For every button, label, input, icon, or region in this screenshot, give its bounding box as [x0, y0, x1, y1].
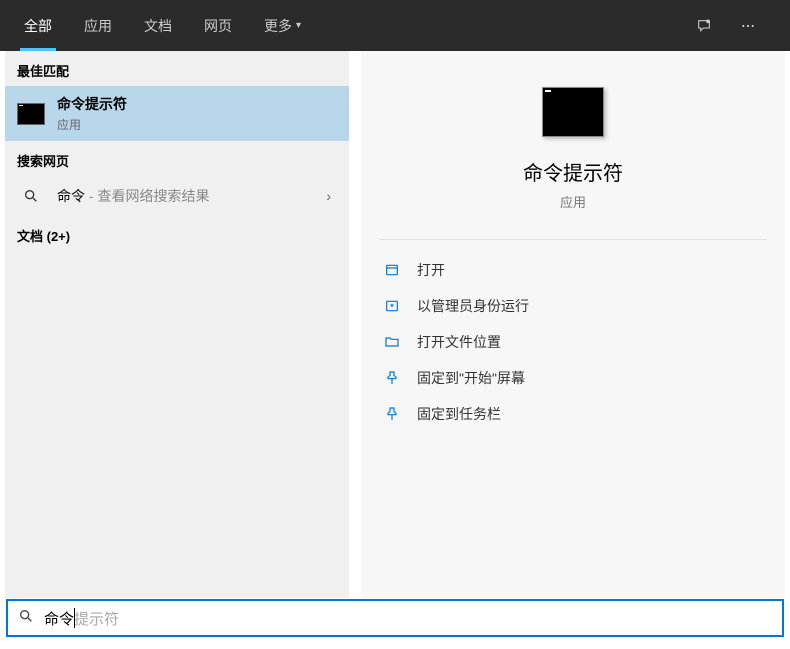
- action-label: 固定到"开始"屏幕: [417, 368, 525, 388]
- best-match-result[interactable]: 命令提示符 应用: [5, 86, 349, 141]
- search-icon: [18, 608, 34, 629]
- search-tabs: 全部 应用 文档 网页 更多 ▾: [0, 0, 790, 51]
- folder-icon: [383, 333, 401, 351]
- chevron-down-icon: ▾: [296, 20, 301, 31]
- pin-icon: [383, 369, 401, 387]
- chevron-right-icon: ›: [326, 188, 337, 204]
- result-title: 命令提示符: [57, 94, 337, 114]
- web-search-result[interactable]: 命令 - 查看网络搜索结果 ›: [5, 176, 349, 216]
- pin-icon: [383, 405, 401, 423]
- open-icon: [383, 261, 401, 279]
- search-icon: [17, 188, 45, 204]
- result-subtitle: 应用: [57, 116, 337, 133]
- tab-more[interactable]: 更多 ▾: [248, 0, 317, 51]
- action-label: 固定到任务栏: [417, 404, 501, 424]
- tab-more-label: 更多: [264, 16, 292, 36]
- shield-icon: [383, 297, 401, 315]
- web-result-text: 命令 - 查看网络搜索结果: [57, 186, 314, 206]
- action-pin-taskbar[interactable]: 固定到任务栏: [379, 396, 767, 432]
- results-panel: 最佳匹配 命令提示符 应用 搜索网页 命令 - 查看网络搜索结果 › 文档 (2…: [5, 51, 349, 598]
- action-open[interactable]: 打开: [379, 252, 767, 288]
- tab-documents[interactable]: 文档: [128, 0, 188, 51]
- action-pin-start[interactable]: 固定到"开始"屏幕: [379, 360, 767, 396]
- action-label: 以管理员身份运行: [417, 296, 529, 316]
- action-label: 打开: [417, 260, 445, 280]
- detail-title: 命令提示符: [379, 157, 767, 186]
- feedback-icon[interactable]: [686, 8, 722, 44]
- tab-all[interactable]: 全部: [8, 0, 68, 51]
- search-bar[interactable]: 命令提示符: [6, 599, 784, 637]
- detail-panel: 命令提示符 应用 打开 以管理员身份运行: [361, 51, 785, 598]
- cmd-icon: [17, 103, 45, 125]
- more-options-icon[interactable]: [730, 8, 766, 44]
- tab-web[interactable]: 网页: [188, 0, 248, 51]
- cmd-large-icon: [542, 87, 604, 137]
- best-match-header: 最佳匹配: [5, 51, 349, 86]
- detail-subtitle: 应用: [379, 192, 767, 211]
- action-run-admin[interactable]: 以管理员身份运行: [379, 288, 767, 324]
- action-label: 打开文件位置: [417, 332, 501, 352]
- action-open-location[interactable]: 打开文件位置: [379, 324, 767, 360]
- search-web-header: 搜索网页: [5, 141, 349, 176]
- documents-header[interactable]: 文档 (2+): [5, 216, 349, 251]
- tab-apps[interactable]: 应用: [68, 0, 128, 51]
